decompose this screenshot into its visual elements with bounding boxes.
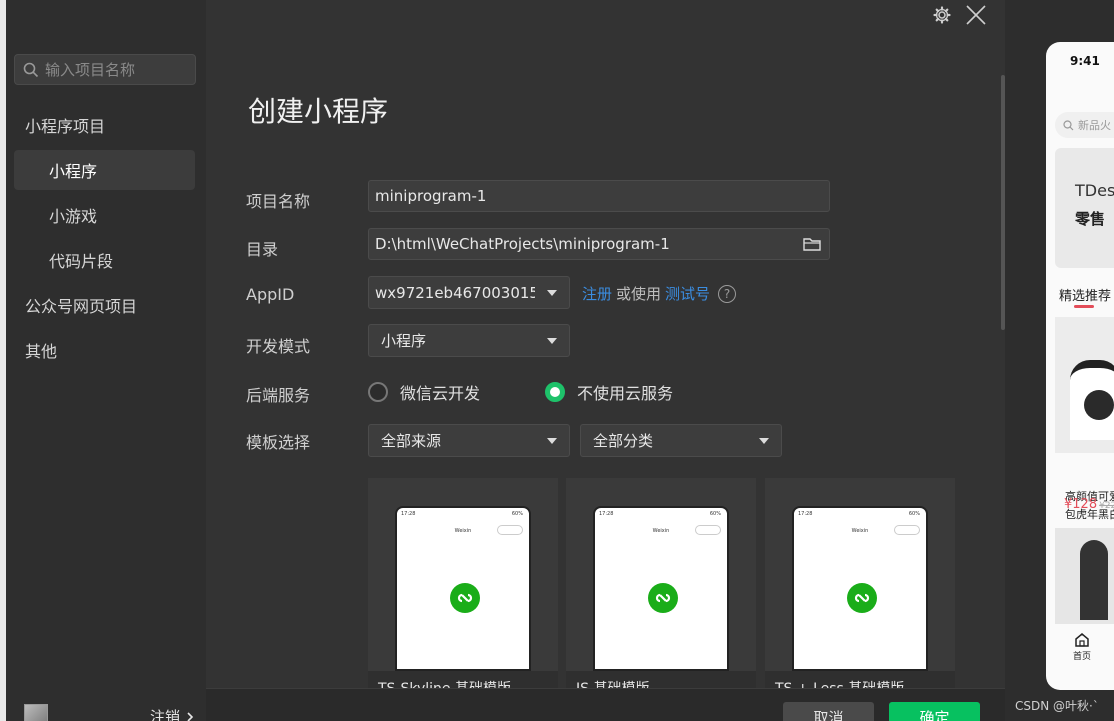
- home-icon: [1075, 633, 1089, 647]
- project-name-label: 项目名称: [246, 192, 311, 211]
- preview-shirt-emblem: [1084, 390, 1114, 420]
- register-link[interactable]: 注册: [582, 283, 612, 304]
- directory-label: 目录: [246, 240, 279, 259]
- action-bar: [206, 688, 1005, 721]
- sidebar-item-label: 小游戏: [49, 207, 98, 226]
- sidebar-item-official-account-web[interactable]: 公众号网页项目: [14, 285, 195, 325]
- template-preview: 17:28 60% Weixin: [395, 506, 531, 671]
- dev-mode-label: 开发模式: [246, 337, 311, 356]
- preview-price-old: ¥228: [1099, 501, 1114, 511]
- template-card-ts-less[interactable]: 17:28 60% Weixin TS + Less 基础模版: [765, 478, 955, 693]
- create-project-panel: 创建小程序 项目名称 目录 AppID wx9721eb4670030153 注…: [206, 0, 1005, 721]
- sidebar-item-label: 代码片段: [49, 252, 114, 271]
- sidebar-item-label: 小程序: [49, 162, 98, 181]
- miniprogram-logo-icon: [847, 583, 877, 613]
- preview-tab-home-label: 首页: [1073, 652, 1092, 662]
- preview-tab-indicator: [1074, 305, 1094, 308]
- capsule-icon: [695, 525, 721, 535]
- sidebar-item-label: 小程序项目: [25, 117, 106, 136]
- page-title: 创建小程序: [248, 95, 389, 128]
- watermark: CSDN @叶秋·`: [1015, 699, 1099, 713]
- chevron-down-icon: [547, 337, 557, 344]
- chevron-down-icon: [759, 437, 769, 444]
- miniprogram-logo-icon: [648, 583, 678, 613]
- preview-price-value: ¥128: [1064, 497, 1098, 512]
- chevron-down-icon: [547, 289, 557, 296]
- template-preview: 17:28 60% Weixin: [792, 506, 928, 671]
- close-icon[interactable]: [965, 4, 987, 26]
- template-category-select[interactable]: 全部分类: [580, 424, 782, 457]
- search-icon: [1063, 119, 1074, 130]
- backend-option-none[interactable]: 不使用云服务: [545, 380, 673, 404]
- backend-option-none-label: 不使用云服务: [577, 384, 674, 403]
- capsule-icon: [497, 525, 523, 535]
- phone-battery: 60%: [709, 511, 721, 517]
- phone-time: 17:28: [599, 511, 614, 517]
- chevron-down-icon: [547, 437, 557, 444]
- cancel-button[interactable]: 取消: [783, 702, 874, 721]
- window-controls: [933, 4, 987, 26]
- phone-time: 17:28: [401, 511, 416, 517]
- template-preview: 17:28 60% Weixin: [593, 506, 729, 671]
- chevron-right-icon: [187, 711, 194, 721]
- template-source-select[interactable]: 全部来源: [368, 424, 570, 457]
- appid-select[interactable]: wx9721eb4670030153: [368, 276, 570, 309]
- radio-cloud[interactable]: [368, 382, 388, 402]
- template-card-ts-skyline[interactable]: 17:28 60% Weixin TS-Skyline 基础模版: [368, 478, 558, 693]
- miniprogram-logo-icon: [450, 583, 480, 613]
- directory-field[interactable]: [368, 228, 830, 260]
- avatar[interactable]: [24, 704, 48, 721]
- logout-button[interactable]: 注销: [150, 706, 194, 721]
- sidebar-item-label: 其他: [25, 342, 58, 361]
- backend-option-cloud[interactable]: 微信云开发: [368, 380, 480, 404]
- sidebar-footer: 注销: [24, 704, 194, 721]
- confirm-button[interactable]: 确定: [889, 702, 980, 721]
- sidebar-item-other[interactable]: 其他: [14, 330, 195, 370]
- sidebar-item-code-snippet[interactable]: 代码片段: [14, 240, 195, 280]
- or-use-text: 或使用: [616, 285, 662, 303]
- help-icon[interactable]: ?: [718, 284, 737, 303]
- template-category-value: 全部分类: [593, 432, 654, 450]
- project-type-sidebar: 小程序项目 小程序 小游戏 代码片段 公众号网页项目 其他 注销: [6, 0, 206, 721]
- preview-tab-home: 首页: [1073, 632, 1091, 662]
- template-label: 模板选择: [246, 433, 311, 452]
- appid-label: AppID: [246, 285, 295, 304]
- backend-label: 后端服务: [246, 386, 311, 405]
- preview-time: 9:41: [1070, 54, 1100, 68]
- preview-figure-shape: [1080, 540, 1108, 620]
- sidebar-item-miniprogram-projects[interactable]: 小程序项目: [14, 105, 195, 145]
- sidebar-item-minigame[interactable]: 小游戏: [14, 195, 195, 235]
- folder-icon[interactable]: [803, 236, 821, 252]
- phone-battery: 60%: [511, 511, 523, 517]
- logout-label: 注销: [149, 708, 180, 721]
- preview-banner-subtitle: 零售: [1075, 210, 1106, 228]
- sidebar-item-miniprogram[interactable]: 小程序: [14, 150, 195, 190]
- preview-banner-title: TDes: [1075, 181, 1114, 200]
- appid-value: wx9721eb4670030153: [375, 283, 535, 302]
- appid-actions: 注册 或使用 测试号 ?: [582, 283, 737, 304]
- capsule-icon: [894, 525, 920, 535]
- project-search-input[interactable]: [45, 60, 185, 79]
- phone-battery: 60%: [908, 511, 920, 517]
- radio-none-selected[interactable]: [545, 382, 565, 402]
- sidebar-item-label: 公众号网页项目: [25, 297, 138, 316]
- dev-mode-value: 小程序: [381, 332, 427, 350]
- preview-section-title: 精选推荐: [1059, 289, 1112, 304]
- dev-mode-select[interactable]: 小程序: [368, 324, 570, 357]
- project-name-input[interactable]: [375, 187, 829, 205]
- test-account-link[interactable]: 测试号: [665, 283, 710, 304]
- preview-search-bar: 新品火: [1055, 112, 1114, 138]
- preview-price: ¥128¥228: [1064, 497, 1114, 512]
- directory-input[interactable]: [375, 235, 795, 253]
- project-search-box[interactable]: [14, 54, 196, 85]
- template-source-value: 全部来源: [381, 432, 442, 450]
- backend-option-cloud-label: 微信云开发: [400, 384, 481, 403]
- gear-icon[interactable]: [933, 6, 951, 24]
- phone-time: 17:28: [798, 511, 813, 517]
- search-icon: [23, 62, 39, 77]
- project-name-field[interactable]: [368, 180, 830, 212]
- template-card-js[interactable]: 17:28 60% Weixin JS 基础模版: [566, 478, 756, 693]
- preview-search-placeholder: 新品火: [1078, 119, 1111, 132]
